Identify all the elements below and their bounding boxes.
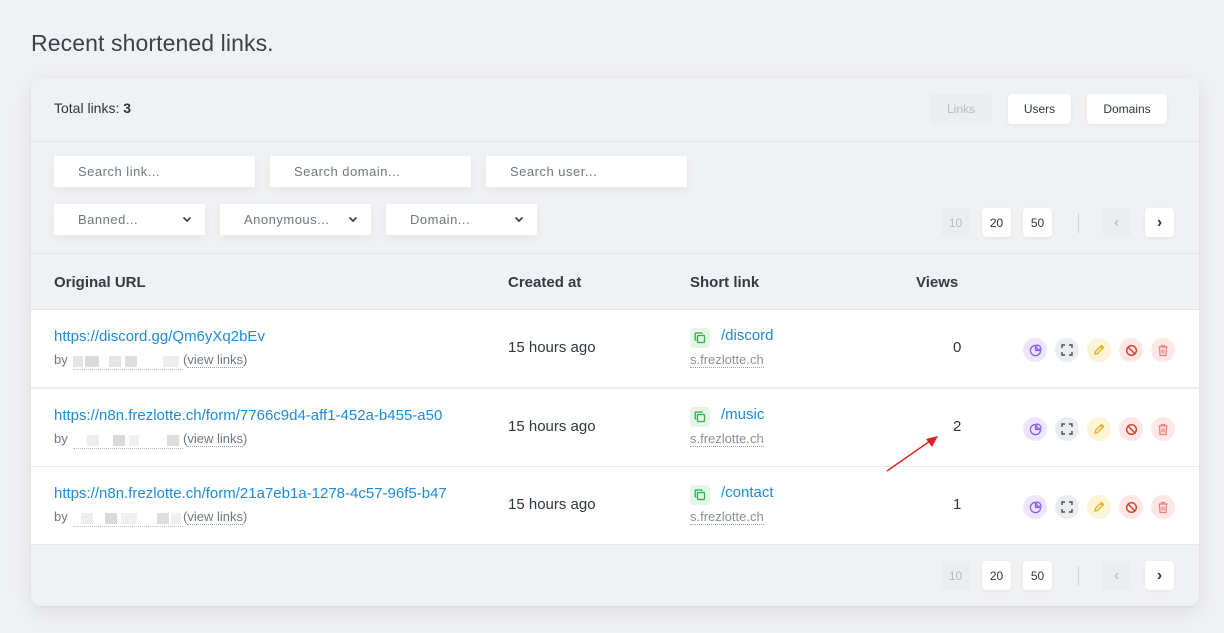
page-size-20[interactable]: 20 [982,561,1011,590]
view-links-link[interactable]: view links [187,352,243,368]
tab-domains[interactable]: Domains [1087,94,1167,124]
header-divider [31,141,1199,142]
column-created-at: Created at [508,274,582,291]
column-short-link: Short link [690,274,760,291]
delete-icon[interactable] [1151,495,1175,519]
views-count: 1 [953,496,962,513]
short-link-domain: s.frezlotte.ch [690,509,764,525]
ban-icon[interactable] [1119,495,1143,519]
redacted-username [73,354,183,370]
stats-icon[interactable] [1023,417,1047,441]
banned-select-label: Banned... [78,212,139,227]
next-page-button[interactable]: › [1145,208,1174,237]
original-url-link[interactable]: https://n8n.frezlotte.ch/form/21a7eb1a-1… [54,485,489,502]
chevron-down-icon [514,216,524,223]
page-size-10[interactable]: 10 [941,208,970,237]
tab-links[interactable]: Links [930,94,992,124]
short-link[interactable]: /music [721,406,764,423]
copy-icon[interactable] [690,328,710,348]
prev-page-button[interactable]: ‹ [1102,208,1131,237]
qr-code-icon[interactable] [1055,495,1079,519]
qr-code-icon[interactable] [1055,338,1079,362]
views-count: 0 [953,339,962,356]
copy-icon[interactable] [690,485,710,505]
search-link-input[interactable]: Search link... [54,156,255,187]
search-domain-input[interactable]: Search domain... [270,156,471,187]
edit-icon[interactable] [1087,417,1111,441]
table-row: https://n8n.frezlotte.ch/form/21a7eb1a-1… [31,467,1199,545]
views-count: 2 [953,418,962,435]
short-link[interactable]: /contact [721,484,774,501]
anonymous-select-label: Anonymous... [244,212,330,227]
page-size-50[interactable]: 50 [1023,561,1052,590]
redacted-username [73,433,183,449]
banned-select[interactable]: Banned... [54,204,205,235]
prev-page-button[interactable]: ‹ [1102,561,1131,590]
created-at: 15 hours ago [508,496,596,513]
pagination-separator [1078,566,1079,586]
table-header: Original URL Created at Short link Views [31,253,1199,310]
anonymous-select[interactable]: Anonymous... [220,204,371,235]
short-link-domain: s.frezlotte.ch [690,431,764,447]
created-at: 15 hours ago [508,418,596,435]
page-title: Recent shortened links. [31,30,274,56]
short-link-domain: s.frezlotte.ch [690,352,764,368]
ban-icon[interactable] [1119,338,1143,362]
by-label: by [54,352,68,367]
by-label: by [54,431,68,446]
original-url-link[interactable]: https://discord.gg/Qm6yXq2bEv [54,328,489,345]
edit-icon[interactable] [1087,495,1111,519]
search-user-input[interactable]: Search user... [486,156,687,187]
next-page-button[interactable]: › [1145,561,1174,590]
stats-icon[interactable] [1023,495,1047,519]
page-size-50[interactable]: 50 [1023,208,1052,237]
table-row: https://discord.gg/Qm6yXq2bEv by (view l… [31,310,1199,388]
redacted-username [73,511,183,527]
copy-icon[interactable] [690,407,710,427]
ban-icon[interactable] [1119,417,1143,441]
delete-icon[interactable] [1151,417,1175,441]
total-links-count: 3 [123,100,132,116]
pagination-separator [1078,213,1079,233]
domain-select-label: Domain... [410,212,471,227]
stats-icon[interactable] [1023,338,1047,362]
page-size-20[interactable]: 20 [982,208,1011,237]
chevron-down-icon [348,216,358,223]
short-link[interactable]: /discord [721,327,774,344]
view-links: (view links) [183,431,248,447]
page-size-10[interactable]: 10 [941,561,970,590]
total-links: Total links: 3 [54,100,132,116]
view-links: (view links) [183,509,248,525]
by-label: by [54,509,68,524]
original-url-link[interactable]: https://n8n.frezlotte.ch/form/7766c9d4-a… [54,407,489,424]
chevron-down-icon [182,216,192,223]
table-row: https://n8n.frezlotte.ch/form/7766c9d4-a… [31,389,1199,467]
delete-icon[interactable] [1151,338,1175,362]
view-links-link[interactable]: view links [187,509,243,525]
column-original-url: Original URL [54,274,146,291]
view-links-link[interactable]: view links [187,431,243,447]
links-card: Total links: 3 Links Users Domains Searc… [31,78,1199,606]
qr-code-icon[interactable] [1055,417,1079,441]
created-at: 15 hours ago [508,339,596,356]
domain-select[interactable]: Domain... [386,204,537,235]
column-views: Views [916,274,959,291]
tab-users[interactable]: Users [1008,94,1071,124]
edit-icon[interactable] [1087,338,1111,362]
view-links: (view links) [183,352,248,368]
